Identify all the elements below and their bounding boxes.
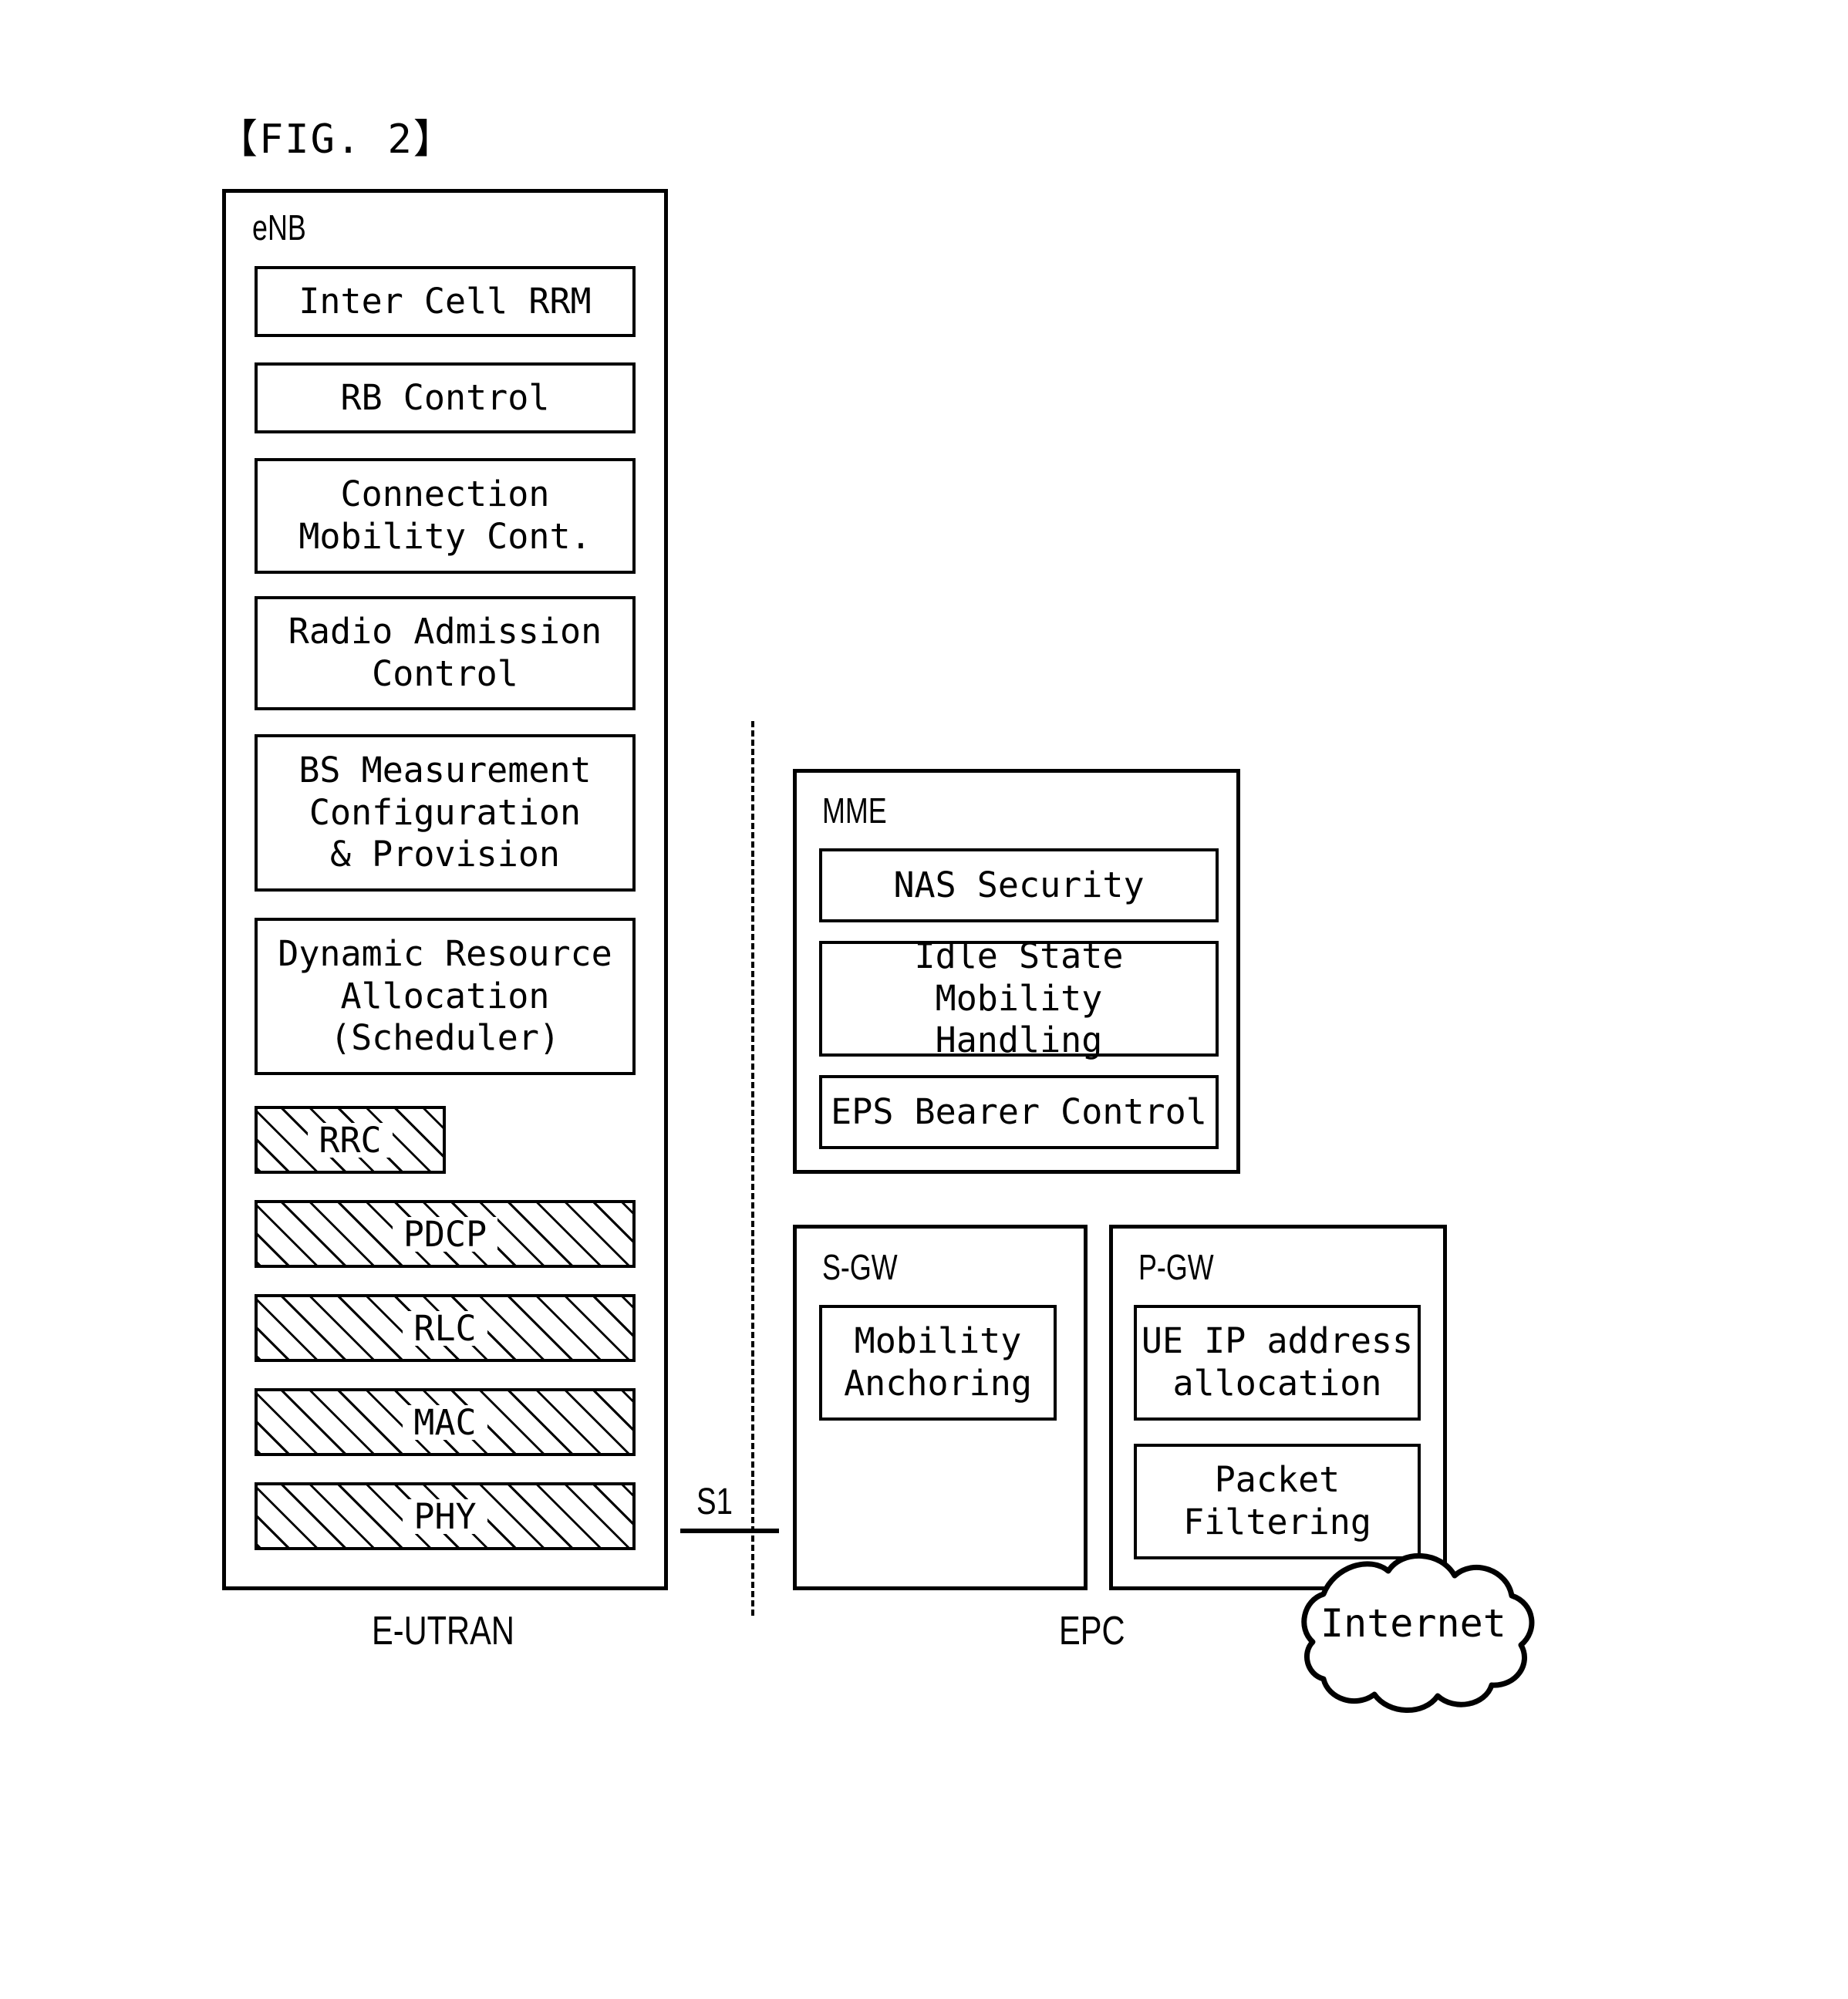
pgw-box-ue-ip-address-allocation-label: UE IP address allocation [1141, 1320, 1414, 1404]
figure-canvas: 【FIG. 2】 eNB Inter Cell RRM RB Control C… [0, 0, 1848, 1999]
mme-box-eps-bearer-control: EPS Bearer Control [819, 1075, 1219, 1149]
figure-title: 【FIG. 2】 [218, 116, 455, 163]
s1-interface-line [680, 1529, 779, 1533]
enb-box-rb-control: RB Control [255, 362, 636, 433]
mme-box-nas-security: NAS Security [819, 848, 1219, 922]
sgw-box-mobility-anchoring-label: Mobility Anchoring [844, 1320, 1032, 1404]
mme-box-idle-state-mobility-handling: Idle State Mobility Handling [819, 935, 1219, 1060]
enb-box-phy-label: PHY [403, 1498, 487, 1534]
enb-box-pdcp-label: PDCP [392, 1216, 498, 1252]
mme-box-eps-bearer-control-label: EPS Bearer Control [831, 1091, 1207, 1132]
enb-box-radio-admission-control-label: Radio Admission Control [288, 611, 602, 694]
mme-label: MME [822, 790, 887, 831]
enb-box-connection-mobility-cont-label: Connection Mobility Cont. [298, 474, 592, 557]
region-label-eutran: E-UTRAN [372, 1609, 514, 1653]
eutran-epc-divider [751, 721, 754, 1616]
mme-box-idle-state-mobility-handling-label: Idle State Mobility Handling [914, 935, 1124, 1061]
sgw-label: S-GW [822, 1247, 898, 1287]
enb-box-pdcp: PDCP [255, 1200, 636, 1268]
enb-box-bs-measurement: BS Measurement Configuration & Provision [255, 734, 636, 892]
internet-label: Internet [1320, 1601, 1506, 1646]
enb-box-inter-cell-rrm-label: Inter Cell RRM [298, 280, 592, 322]
enb-box-rlc: RLC [255, 1294, 636, 1362]
enb-label: eNB [252, 207, 306, 248]
region-label-epc: EPC [1059, 1609, 1125, 1653]
pgw-box-ue-ip-address-allocation: UE IP address allocation [1134, 1305, 1421, 1421]
enb-box-bs-measurement-label: BS Measurement Configuration & Provision [298, 749, 592, 875]
enb-box-dynamic-resource-allocation-label: Dynamic Resource Allocation (Scheduler) [278, 932, 612, 1059]
enb-box-phy: PHY [255, 1482, 636, 1550]
enb-box-rrc-label: RRC [308, 1122, 393, 1158]
enb-box-dynamic-resource-allocation: Dynamic Resource Allocation (Scheduler) [255, 918, 636, 1075]
mme-box-nas-security-label: NAS Security [893, 864, 1145, 905]
enb-box-mac: MAC [255, 1388, 636, 1456]
pgw-label: P-GW [1138, 1247, 1214, 1287]
enb-box-radio-admission-control: Radio Admission Control [255, 596, 636, 710]
enb-box-rb-control-label: RB Control [340, 376, 550, 418]
enb-box-mac-label: MAC [403, 1404, 487, 1440]
enb-box-rrc: RRC [255, 1106, 446, 1174]
s1-interface-label: S1 [696, 1482, 733, 1522]
enb-box-connection-mobility-cont: Connection Mobility Cont. [255, 458, 636, 574]
sgw-box-mobility-anchoring: Mobility Anchoring [819, 1305, 1057, 1421]
enb-box-inter-cell-rrm: Inter Cell RRM [255, 266, 636, 337]
enb-box-rlc-label: RLC [403, 1310, 487, 1346]
